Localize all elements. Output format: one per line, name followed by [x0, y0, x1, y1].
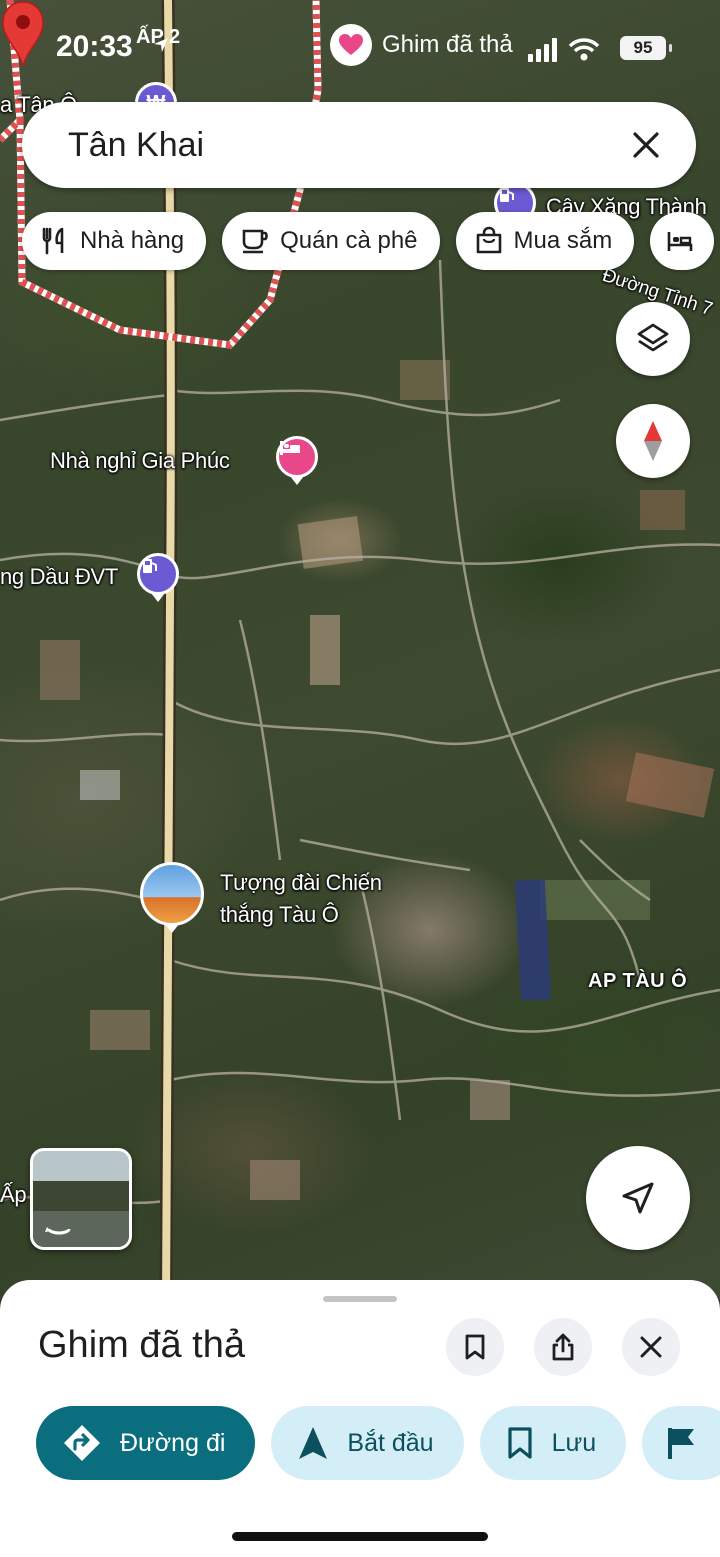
- status-pin-chip: Ghim đã thả: [330, 24, 513, 66]
- shopping-bag-icon: [476, 226, 501, 254]
- close-sheet-button[interactable]: [622, 1318, 680, 1376]
- battery-indicator: 95: [620, 36, 672, 60]
- search-query[interactable]: Tân Khai: [68, 126, 626, 165]
- status-pin-label: Ghim đã thả: [382, 31, 513, 58]
- save-bookmark-button[interactable]: [446, 1318, 504, 1376]
- chip-shopping[interactable]: Mua sắm: [455, 212, 635, 270]
- save-button[interactable]: Lưu: [479, 1406, 627, 1480]
- close-icon: [633, 132, 659, 158]
- start-label: Bắt đầu: [347, 1428, 434, 1457]
- chip-coffee[interactable]: Quán cà phê: [222, 212, 440, 270]
- start-navigation-button[interactable]: Bắt đầu: [271, 1406, 464, 1480]
- search-bar[interactable]: Tân Khai: [22, 102, 696, 188]
- category-chips: Nhà hàng Quán cà phê Mua sắm: [22, 212, 715, 270]
- layers-icon: [637, 323, 669, 352]
- flag-icon: [668, 1428, 695, 1459]
- monument-photo-poi[interactable]: [140, 862, 204, 933]
- heart-icon: [330, 24, 372, 66]
- map-label-ap: Ấp: [0, 1182, 27, 1207]
- map-label-gas-dvt: ng Dầu ĐVT: [0, 564, 119, 589]
- directions-label: Đường đi: [120, 1428, 226, 1457]
- chip-label: Mua sắm: [513, 227, 613, 254]
- gas-station-dvt-poi-icon[interactable]: [137, 553, 179, 602]
- status-time: 20:33: [56, 30, 133, 63]
- close-icon: [640, 1336, 662, 1358]
- directions-button[interactable]: Đường đi: [36, 1406, 256, 1480]
- chip-label: Nhà hàng: [80, 227, 185, 254]
- directions-icon: [64, 1425, 100, 1461]
- compass-icon: [644, 421, 662, 461]
- location-arrow-icon: [154, 38, 168, 52]
- hotel-icon: [667, 232, 693, 251]
- my-location-button[interactable]: [586, 1146, 690, 1250]
- map-label-motel: Nhà nghỉ Gia Phúc: [50, 448, 230, 473]
- signal-wifi-icon: [528, 38, 600, 62]
- status-bar: 20:33 ẤP 2 Ghim đã thả 95: [0, 0, 720, 96]
- restaurant-icon: [42, 227, 64, 255]
- sheet-drag-handle[interactable]: [323, 1296, 397, 1302]
- navigation-arrow-icon: [622, 1182, 654, 1214]
- bookmark-icon: [507, 1427, 532, 1459]
- compass-button[interactable]: [616, 404, 690, 478]
- save-label: Lưu: [551, 1428, 597, 1457]
- map-label-hamlet: AP TÀU Ô: [588, 970, 688, 992]
- satellite-map[interactable]: ₩ a Tân Ô Cây Xăng Thành Đường Tỉnh 7 Nh…: [0, 0, 720, 1300]
- share-button[interactable]: [534, 1318, 592, 1376]
- clear-search-button[interactable]: [626, 125, 666, 165]
- sheet-title: Ghim đã thả: [38, 1324, 245, 1366]
- chip-hotels[interactable]: [650, 212, 715, 270]
- motel-poi-icon[interactable]: [276, 436, 318, 485]
- home-indicator: [232, 1532, 488, 1541]
- flag-button[interactable]: [642, 1406, 720, 1480]
- chip-label: Quán cà phê: [280, 227, 418, 254]
- map-layers-button[interactable]: [616, 302, 690, 376]
- bookmark-icon: [465, 1334, 485, 1360]
- sheet-action-row: Đường đi Bắt đầu Lưu: [36, 1406, 720, 1480]
- place-bottom-sheet[interactable]: Ghim đã thả Đường đi Bắt đầu Lưu: [0, 1280, 720, 1557]
- share-icon: [552, 1333, 574, 1361]
- map-label-monument-line1: Tượng đài Chiến: [220, 870, 382, 895]
- street-view-thumbnail[interactable]: [30, 1148, 132, 1250]
- street-view-rotate-icon: [33, 1151, 129, 1247]
- navigation-arrow-icon: [299, 1427, 328, 1459]
- chip-restaurants[interactable]: Nhà hàng: [22, 212, 207, 270]
- coffee-icon: [242, 229, 268, 254]
- map-label-monument-line2: thắng Tàu Ô: [220, 902, 339, 927]
